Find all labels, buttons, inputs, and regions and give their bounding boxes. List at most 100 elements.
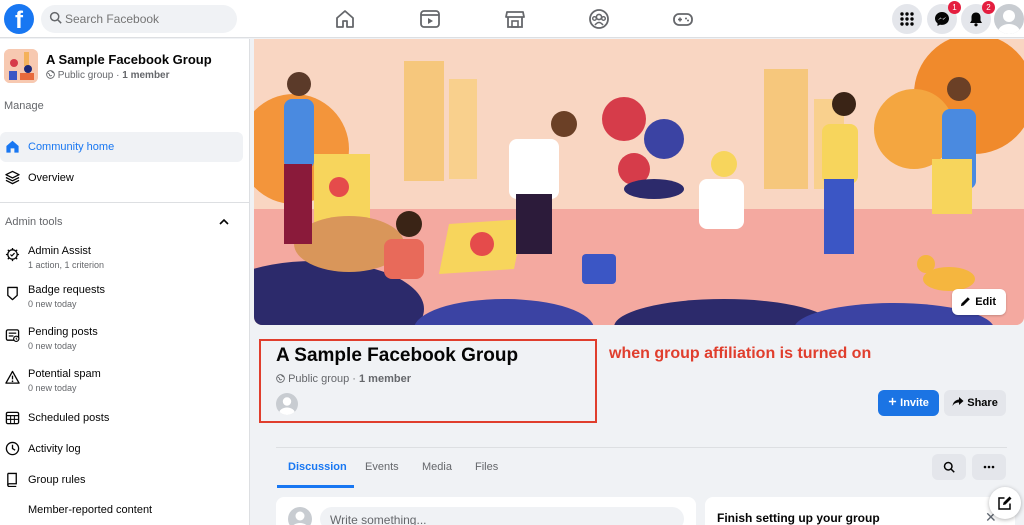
finish-setup-title: Finish setting up your group	[717, 511, 880, 525]
sidebar-item-scheduled-posts[interactable]: Scheduled posts	[0, 403, 243, 433]
compose-icon	[998, 496, 1012, 510]
clock-icon	[5, 441, 20, 456]
admin-tools-heading[interactable]: Admin tools	[5, 216, 62, 228]
chevron-up-icon[interactable]	[218, 217, 230, 227]
sidebar-item-label: Scheduled posts	[28, 412, 110, 424]
tabs-divider	[276, 447, 1007, 448]
group-search-button[interactable]	[932, 454, 966, 480]
group-cover-thumbnail-icon	[4, 49, 38, 83]
sidebar-group-meta: Public group · 1 member	[46, 70, 170, 81]
group-privacy: Public group	[288, 373, 350, 385]
share-label: Share	[967, 397, 998, 409]
menu-button[interactable]	[892, 4, 922, 34]
new-message-button[interactable]	[989, 487, 1021, 519]
globe-icon	[276, 374, 285, 383]
sidebar-item-label: Member-reported content	[28, 504, 153, 516]
tab-media[interactable]: Media	[422, 461, 452, 473]
group-meta-separator: ·	[349, 373, 359, 385]
grid-menu-icon	[900, 12, 914, 26]
group-meta: Public group · 1 member	[276, 373, 411, 385]
gaming-icon[interactable]	[671, 7, 695, 31]
edit-cover-label: Edit	[975, 296, 996, 308]
facebook-logo[interactable]: f	[4, 4, 34, 34]
search-icon	[943, 461, 955, 473]
finish-setup-card: Finish setting up your group ✕	[705, 497, 1015, 525]
share-button[interactable]: Share	[944, 390, 1006, 416]
sidebar-item-group-rules[interactable]: Group rules	[0, 465, 243, 495]
profile-silhouette-icon	[998, 10, 1020, 34]
tab-events[interactable]: Events	[365, 461, 399, 473]
group-thumbnail[interactable]	[4, 49, 38, 83]
sidebar-item-label: Activity log	[28, 443, 81, 455]
pencil-icon	[961, 297, 971, 307]
watch-icon[interactable]	[418, 7, 442, 31]
gear-check-icon	[5, 247, 20, 262]
sidebar-item-potential-spam[interactable]: Potential spam 0 new today	[0, 363, 243, 393]
account-avatar[interactable]	[994, 4, 1024, 34]
sidebar-item-pending-posts[interactable]: Pending posts 0 new today	[0, 321, 243, 351]
pending-posts-icon	[5, 329, 20, 342]
manage-heading: Manage	[4, 100, 44, 112]
sidebar-item-sublabel: 0 new today	[28, 383, 77, 393]
active-tab-indicator	[277, 485, 354, 488]
group-admin-sidebar: A Sample Facebook Group Public group · 1…	[0, 39, 250, 525]
more-options-button[interactable]	[972, 454, 1006, 480]
invite-button[interactable]: Invite	[878, 390, 939, 416]
sidebar-group-privacy: Public group	[57, 70, 114, 81]
post-composer: Write something...	[276, 497, 696, 525]
annotation-note: when group affiliation is turned on	[609, 345, 872, 362]
messenger-button[interactable]: 1	[927, 1, 961, 34]
calendar-icon	[5, 411, 20, 425]
sidebar-meta-separator: ·	[113, 70, 123, 81]
sidebar-item-label: Group rules	[28, 474, 86, 486]
group-cover-photo: Edit	[254, 39, 1024, 325]
sidebar-group-members[interactable]: 1 member	[122, 70, 169, 81]
notifications-badge: 2	[982, 1, 995, 14]
sidebar-item-sublabel: 0 new today	[28, 299, 77, 309]
tab-discussion[interactable]: Discussion	[288, 461, 347, 473]
sidebar-group-name[interactable]: A Sample Facebook Group	[46, 52, 212, 67]
group-title: A Sample Facebook Group	[276, 345, 519, 366]
badge-icon	[7, 286, 18, 301]
tab-files[interactable]: Files	[475, 461, 498, 473]
groups-icon[interactable]	[587, 7, 611, 31]
sidebar-item-badge-requests[interactable]: Badge requests 0 new today	[0, 279, 243, 309]
home-icon[interactable]	[333, 7, 357, 31]
group-members-link[interactable]: 1 member	[359, 373, 411, 385]
warning-icon	[5, 370, 20, 384]
layers-icon	[5, 170, 20, 185]
sidebar-item-label: Overview	[28, 172, 74, 184]
member-avatar[interactable]	[276, 393, 298, 415]
profile-silhouette-icon	[279, 397, 295, 415]
sidebar-item-overview[interactable]: Overview	[0, 163, 243, 193]
edit-cover-button[interactable]: Edit	[952, 289, 1006, 315]
sidebar-item-member-reported-content[interactable]: Member-reported content	[0, 495, 243, 525]
messenger-icon	[935, 12, 949, 26]
cover-illustration-image	[254, 39, 1024, 325]
share-arrow-icon	[952, 397, 964, 406]
plus-icon	[888, 397, 897, 406]
write-something-input[interactable]: Write something...	[320, 507, 684, 525]
sidebar-item-admin-assist[interactable]: Admin Assist 1 action, 1 criterion	[0, 240, 243, 270]
marketplace-icon[interactable]	[503, 7, 527, 31]
sidebar-divider	[0, 202, 249, 203]
search-icon	[49, 11, 62, 24]
sidebar-item-activity-log[interactable]: Activity log	[0, 434, 243, 464]
home-icon	[6, 140, 19, 153]
sidebar-item-sublabel: 0 new today	[28, 341, 77, 351]
sidebar-item-label: Admin Assist	[28, 245, 91, 257]
notifications-button[interactable]: 2	[961, 1, 995, 34]
sidebar-item-community-home[interactable]: Community home	[0, 132, 243, 162]
sidebar-item-label: Potential spam	[28, 368, 101, 380]
search-input[interactable]	[65, 5, 230, 33]
sidebar-item-sublabel: 1 action, 1 criterion	[28, 260, 105, 270]
profile-silhouette-icon	[293, 511, 307, 525]
composer-avatar[interactable]	[288, 507, 312, 525]
search-box[interactable]	[41, 5, 237, 33]
sidebar-item-label: Community home	[28, 141, 115, 153]
top-navigation-bar: f 1 2	[0, 0, 1024, 38]
rules-book-icon	[7, 472, 17, 487]
invite-label: Invite	[900, 397, 929, 409]
bell-icon	[970, 12, 982, 27]
more-horizontal-icon	[983, 465, 995, 469]
